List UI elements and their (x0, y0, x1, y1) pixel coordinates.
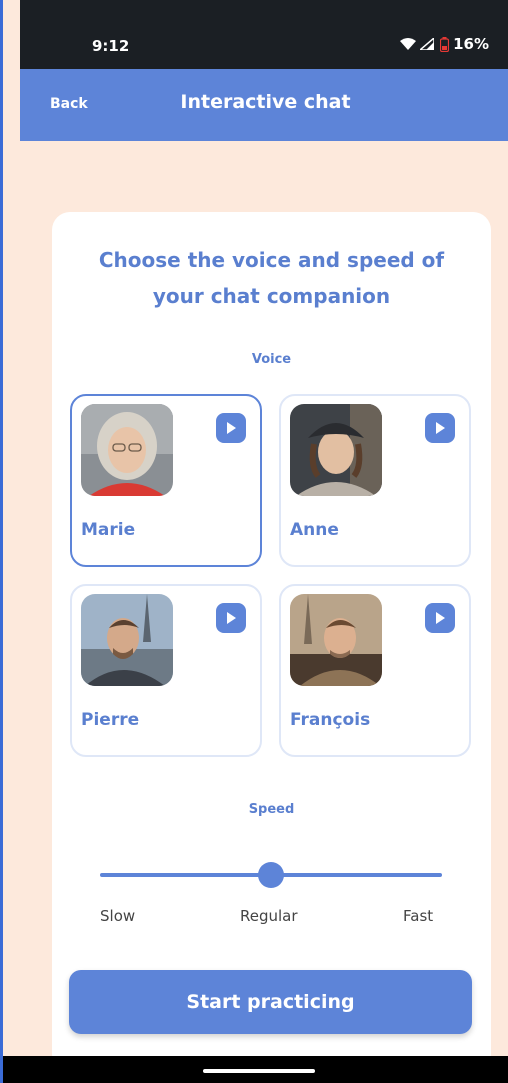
speed-option-slow[interactable]: Slow (100, 907, 135, 925)
speed-section-label: Speed (248, 802, 295, 817)
avatar-francois (290, 594, 382, 686)
voice-card-anne[interactable]: Anne (279, 394, 471, 567)
voice-card-pierre[interactable]: Pierre (70, 584, 262, 757)
voice-name-francois: François (290, 710, 371, 730)
voice-card-francois[interactable]: François (279, 584, 471, 757)
start-practicing-button[interactable]: Start practicing (69, 970, 472, 1034)
play-icon (227, 422, 236, 434)
voice-card-marie[interactable]: Marie (70, 394, 262, 567)
speed-option-regular[interactable]: Regular (240, 907, 298, 925)
voice-name-pierre: Pierre (81, 710, 140, 730)
status-icons: 16% (400, 35, 489, 53)
wifi-icon (400, 38, 417, 50)
voice-name-marie: Marie (81, 520, 136, 540)
slider-thumb[interactable] (258, 862, 284, 888)
app-header: Back Interactive chat (20, 69, 508, 141)
home-indicator[interactable] (203, 1069, 315, 1073)
voice-name-anne: Anne (290, 520, 339, 540)
avatar-marie (81, 404, 173, 496)
battery-low-icon (440, 36, 450, 52)
play-button-pierre[interactable] (216, 603, 246, 633)
play-icon (436, 422, 445, 434)
status-bar: 9:12 16% (20, 0, 508, 69)
signal-icon (420, 38, 435, 50)
voice-settings-card: Choose the voice and speed of your chat … (52, 212, 491, 1072)
play-icon (227, 612, 236, 624)
play-button-francois[interactable] (425, 603, 455, 633)
page-title: Interactive chat (180, 91, 351, 113)
play-button-anne[interactable] (425, 413, 455, 443)
play-icon (436, 612, 445, 624)
avatar-pierre (81, 594, 173, 686)
status-time: 9:12 (92, 37, 130, 55)
card-title: Choose the voice and speed of your chat … (98, 248, 445, 308)
avatar-anne (290, 404, 382, 496)
voice-section-label: Voice (251, 352, 292, 367)
speed-slider[interactable] (100, 862, 442, 888)
app-screen: 9:12 16% Back Interactive chat Choose th… (0, 0, 508, 1083)
system-nav-bar (3, 1056, 508, 1083)
speed-option-fast[interactable]: Fast (403, 907, 433, 925)
play-button-marie[interactable] (216, 413, 246, 443)
battery-percent: 16% (453, 35, 489, 53)
